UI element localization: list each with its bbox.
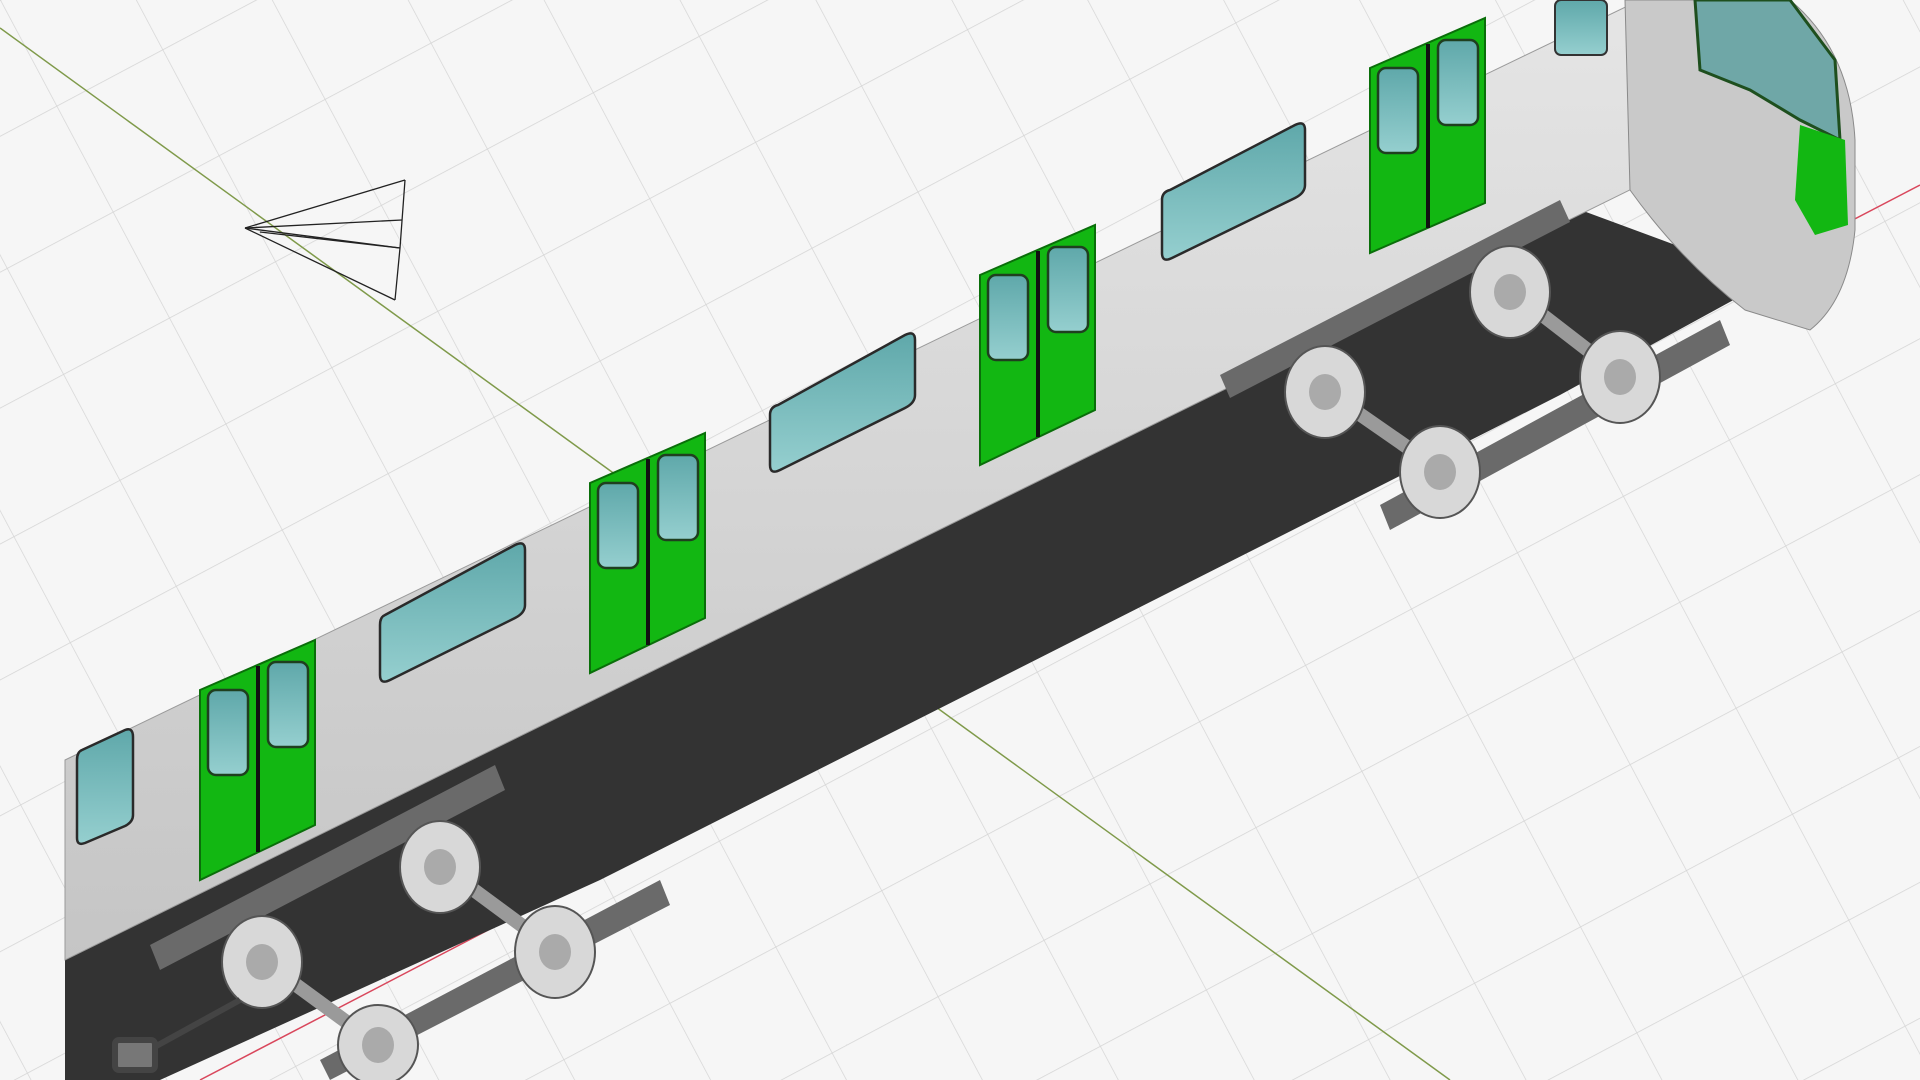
scene-canvas[interactable] bbox=[0, 0, 1920, 1080]
cab-side-window bbox=[1554, 0, 1608, 56]
3d-viewport[interactable] bbox=[0, 0, 1920, 1080]
